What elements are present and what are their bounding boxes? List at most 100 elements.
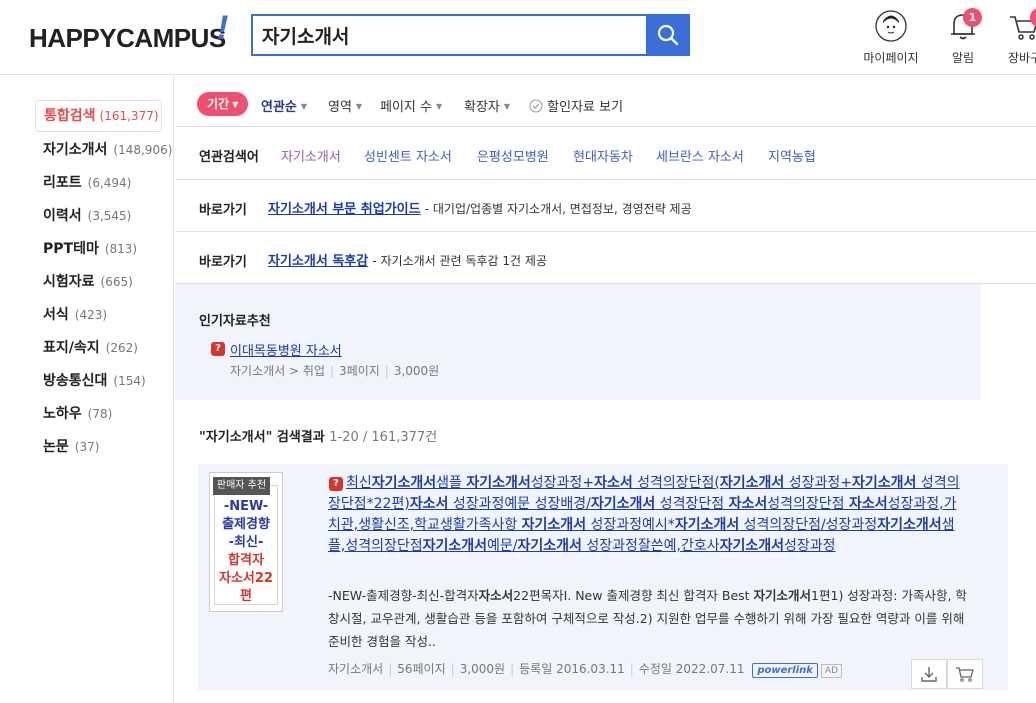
related-keyword[interactable]: 성빈센트 자소서 xyxy=(364,146,452,165)
title-segment: 자기소개서 xyxy=(719,538,785,554)
title-segment: 자소서 xyxy=(409,496,449,512)
sidebar-item-all[interactable]: 통합검색 (161,377) xyxy=(35,100,162,132)
sidebar-item-count: (665) xyxy=(100,275,133,289)
alarm-badge: 1 xyxy=(963,8,982,27)
sidebar-item-label: 시험자료 xyxy=(43,274,95,290)
document-icon: ? xyxy=(211,342,225,356)
title-segment: 자소서 xyxy=(594,475,633,491)
sidebar-item-label: 서식 xyxy=(43,307,69,323)
discount-toggle[interactable]: 할인자료 보기 xyxy=(529,96,623,115)
sidebar-item-form[interactable]: 서식 (423) xyxy=(35,300,107,330)
thumb-text: -최신- xyxy=(228,535,264,550)
alarm-button[interactable]: 1 알림 xyxy=(948,8,982,66)
title-segment: 자기소개서 xyxy=(521,517,587,533)
logo[interactable]: HAPPYCAMPUS! xyxy=(29,11,228,54)
thumb-text: 합격자 xyxy=(228,553,264,568)
thumb-text: -NEW- xyxy=(223,499,269,514)
sidebar-item-count: (37) xyxy=(74,440,100,454)
search-icon xyxy=(657,24,679,46)
related-keyword[interactable]: 현대자동차 xyxy=(573,146,633,165)
sidebar-item-label: 리포트 xyxy=(43,175,82,191)
mypage-label: 마이페이지 xyxy=(863,51,919,65)
sidebar-item-ppt[interactable]: PPT테마 (813) xyxy=(35,234,137,264)
sidebar-item-label: PPT테마 xyxy=(43,241,99,257)
shortcut-title: 바로가기 xyxy=(199,255,247,270)
download-icon xyxy=(921,667,937,682)
add-to-cart-button[interactable] xyxy=(947,659,983,689)
mypage-button[interactable]: 마이페이지 xyxy=(862,10,920,66)
meta-registered: 등록일 2016.03.11 xyxy=(519,662,625,676)
meta-category: 자기소개서 xyxy=(328,662,384,676)
popular-item-link[interactable]: 이대목동병원 자소서 xyxy=(230,340,342,359)
sidebar-item-selfintro[interactable]: 자기소개서 (148,906) xyxy=(35,135,172,165)
shortcut-desc: - 자기소개서 관련 독후감 1건 제공 xyxy=(372,254,547,268)
extension-dropdown[interactable]: 확장자 ▼ xyxy=(464,96,510,115)
title-segment: 성장과정예시* xyxy=(586,517,675,533)
meta-modified: 수정일 2022.07.11 xyxy=(638,662,745,676)
period-label: 기간 xyxy=(207,97,230,111)
title-segment: 자기소개서 xyxy=(852,475,917,491)
sidebar-item-label: 표지/속지 xyxy=(43,340,100,356)
sidebar-item-cover[interactable]: 표지/속지 (262) xyxy=(35,333,138,363)
title-segment: 성격의장단점/성장과정 xyxy=(739,517,878,533)
download-button[interactable] xyxy=(911,659,947,689)
check-circle-icon xyxy=(529,99,543,113)
logo-mark: ! xyxy=(217,9,228,47)
powerlink-tag[interactable]: powerlink xyxy=(752,663,818,678)
sidebar-item-resume[interactable]: 이력서 (3,545) xyxy=(35,201,131,231)
chevron-down-icon: ▼ xyxy=(355,102,363,111)
sort-label: 연관순 xyxy=(261,100,297,115)
sidebar-item-broadcast[interactable]: 방송통신대 (154) xyxy=(35,366,146,396)
sort-dropdown[interactable]: 연관순 ▼ xyxy=(261,96,307,115)
pages-dropdown[interactable]: 페이지 수 ▼ xyxy=(380,96,442,115)
results-count: 1-20 / 161,377건 xyxy=(329,430,438,445)
meta-price: 3,000원 xyxy=(393,364,440,378)
sidebar-item-count: (262) xyxy=(105,341,138,355)
desc-segment: 자기소개서 xyxy=(753,588,812,603)
sidebar-item-count: (6,494) xyxy=(87,176,132,190)
title-segment: 자기소개서 xyxy=(371,475,437,491)
title-segment: 자기소개서 xyxy=(422,538,488,554)
thumb-text: 자소서22편 xyxy=(219,571,273,604)
shortcut-row: 바로가기 자기소개서 독후감 - 자기소개서 관련 독후감 1건 제공 xyxy=(175,232,1036,284)
related-keyword[interactable]: 은평성모병원 xyxy=(477,146,549,165)
related-keyword[interactable]: 자기소개서 xyxy=(281,146,341,165)
title-segment: 자소서 xyxy=(728,496,768,512)
sidebar-item-knowhow[interactable]: 노하우 (78) xyxy=(35,399,112,429)
sidebar-item-label: 통합검색 xyxy=(44,108,96,124)
related-keyword[interactable]: 세브란스 자소서 xyxy=(656,146,744,165)
title-segment: 성장과정예문 성장배경/ xyxy=(448,496,591,512)
shortcut-link[interactable]: 자기소개서 부문 취업가이드 xyxy=(268,202,421,217)
related-keywords-list: 자기소개서 성빈센트 자소서 은평성모병원 현대자동차 세브란스 자소서 지역농… xyxy=(175,146,1036,166)
sidebar-item-thesis[interactable]: 논문 (37) xyxy=(35,432,99,462)
result-meta: 자기소개서 | 56페이지 | 3,000원 | 등록일 2016.03.11 | 수정일 20… xyxy=(328,660,843,678)
search-input[interactable] xyxy=(253,16,647,54)
seller-recommend-badge: 판매자 추천 xyxy=(213,477,270,495)
period-filter-button[interactable]: 기간 ▼ xyxy=(197,92,249,116)
sidebar-item-report[interactable]: 리포트 (6,494) xyxy=(35,168,131,198)
result-description: -NEW-출제경향-최신-합격자자소서22편목자Ⅰ. New 출제경향 최신 합… xyxy=(328,584,968,653)
area-dropdown[interactable]: 영역 ▼ xyxy=(328,96,362,115)
results-header: "자기소개서" 검색결과 1-20 / 161,377건 xyxy=(199,426,437,445)
meta-pages: 3페이지 xyxy=(339,364,380,378)
meta-price: 3,000원 xyxy=(459,662,506,676)
title-segment: 예문/ xyxy=(487,538,518,554)
sidebar-item-count: (78) xyxy=(87,407,113,421)
title-segment: 성장과정+ xyxy=(530,475,595,491)
results-query: "자기소개서" 검색결과 xyxy=(199,430,325,445)
related-keywords-row: 연관검색어 자기소개서 성빈센트 자소서 은평성모병원 현대자동차 세브란스 자… xyxy=(175,127,1036,180)
related-keyword[interactable]: 지역농협 xyxy=(768,146,816,165)
discount-label: 할인자료 보기 xyxy=(547,100,624,115)
sidebar-item-count: (154) xyxy=(113,374,146,388)
sidebar-item-exam[interactable]: 시험자료 (665) xyxy=(35,267,133,297)
shortcut-row: 바로가기 자기소개서 부문 취업가이드 - 대기업/업종별 자기소개서, 면접정… xyxy=(175,180,1036,232)
search-button[interactable] xyxy=(646,14,690,56)
title-segment: 성장과정+ xyxy=(784,475,853,491)
desc-segment: -NEW-출제경향-최신-합격자 xyxy=(328,588,479,603)
sidebar-item-count: (148,906) xyxy=(113,143,173,157)
shortcut-link[interactable]: 자기소개서 독후감 xyxy=(268,254,368,269)
title-segment: 성격의장단점 xyxy=(767,496,849,512)
result-title-link[interactable]: 최신자기소개서샘플 자기소개서성장과정+자소서 성격의장단점(자기소개서 성장과… xyxy=(328,473,968,557)
cart-button[interactable]: 장바구 xyxy=(1008,8,1036,66)
sidebar-item-label: 노하우 xyxy=(43,406,82,422)
